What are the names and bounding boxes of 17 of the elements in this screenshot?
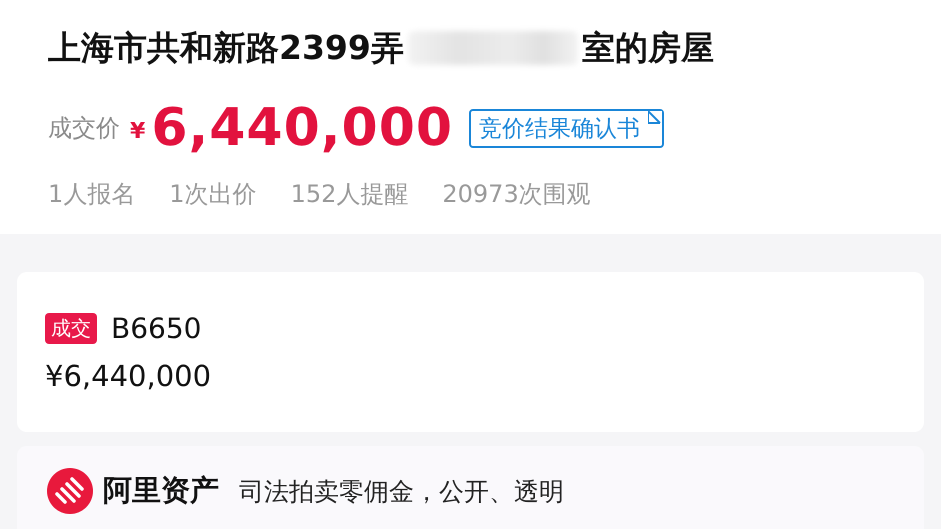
folded-corner-icon (648, 110, 662, 124)
stat-text: 152人提醒 (290, 179, 408, 210)
stat-text: 1次出价 (169, 179, 257, 210)
currency-symbol: ¥ (130, 118, 146, 144)
bidder-id: B6650 (111, 312, 202, 345)
status-tag: 成交 (45, 313, 97, 344)
title-text: 室的房屋 (582, 26, 714, 68)
slogan-text: 司法拍卖零佣金，公开、透明 (239, 476, 564, 508)
title-text: 上海市共和新路2399弄 (48, 26, 404, 68)
final-price: 6,440,000 (151, 98, 454, 158)
stat-text: 1人报名 (48, 179, 136, 210)
stat-text: 20973次围观 (442, 179, 591, 210)
brand-name: 阿里资产 (103, 472, 219, 509)
document-link-button[interactable]: 竞价结果确认书 (469, 108, 664, 148)
result-price: ¥6,440,000 (45, 359, 212, 393)
price-label: 成交价 (48, 113, 120, 144)
logo-icon (47, 468, 93, 514)
